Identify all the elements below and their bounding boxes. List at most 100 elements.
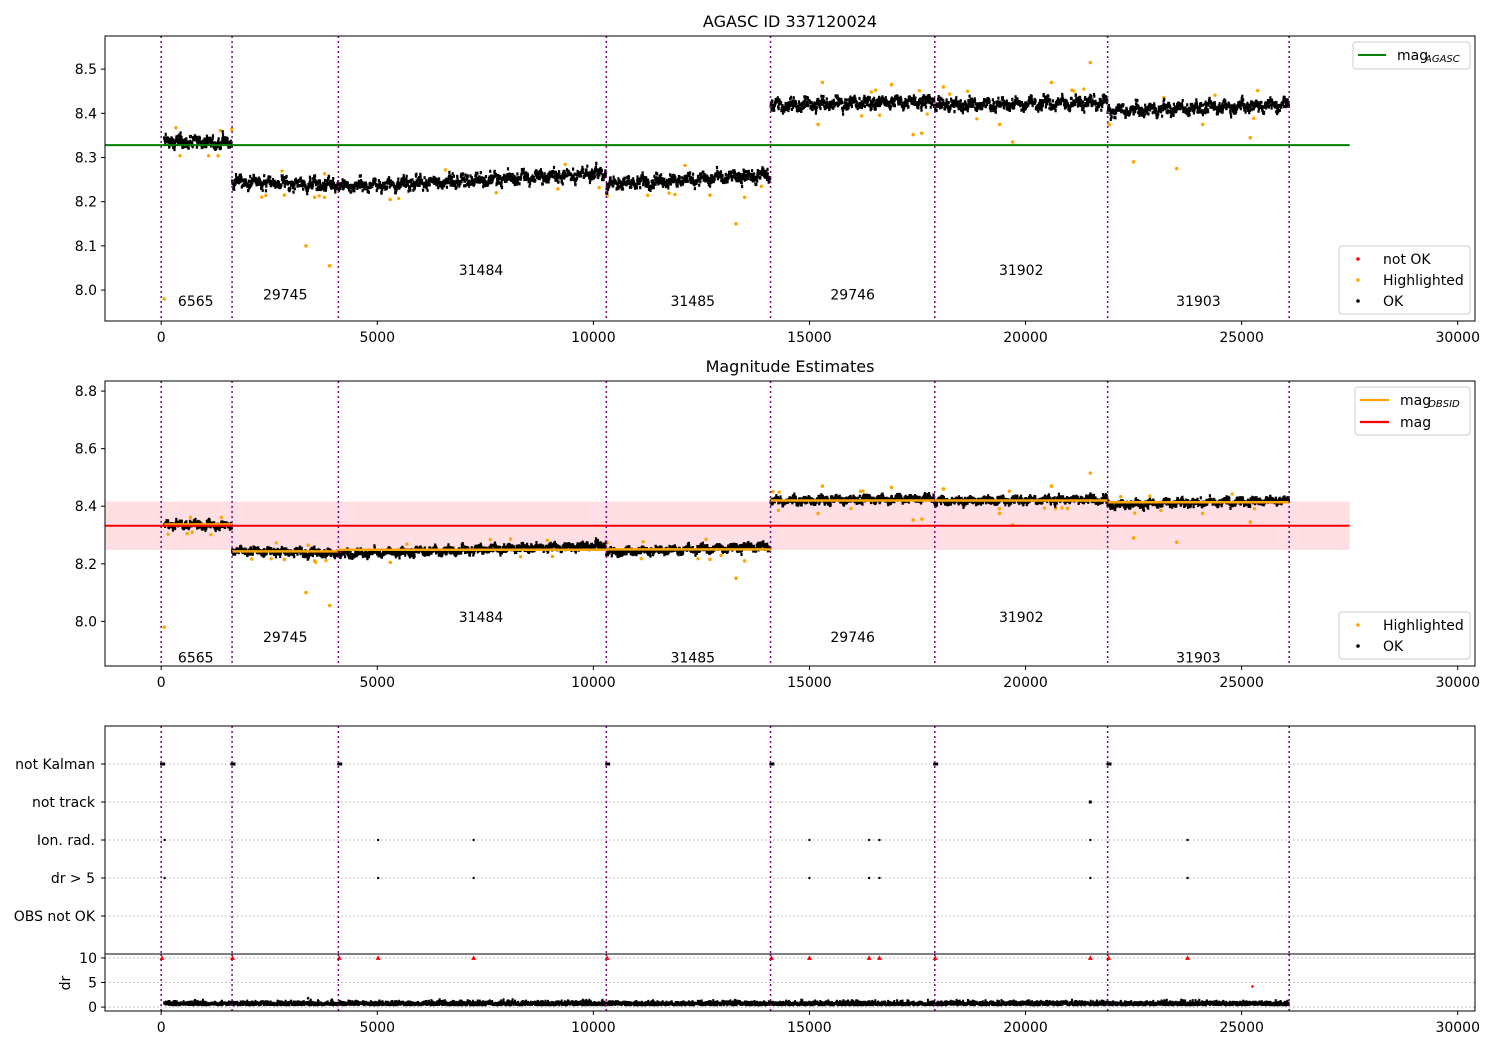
top-highlighted-point (820, 80, 825, 85)
magnitude-estimates-panel: 6565 29745 31484 31485 29746 31902 31903 0 5000 1… (75, 380, 1480, 691)
mid-highlighted-point (719, 553, 723, 558)
top-highlighted-point (556, 187, 560, 191)
figure-canvas: AGASC ID 337120024 6565 29745 31484 31485 29… (14, 12, 1480, 1036)
mid-highlighted-point (997, 507, 1002, 511)
top-highlighted-point (877, 113, 882, 117)
top-highlighted-point (920, 131, 924, 136)
mid-highlighted-point (304, 590, 308, 595)
top-highlighted-point (734, 221, 738, 226)
top-highlighted-point (162, 297, 167, 301)
obsid-label: 31902 (999, 263, 1044, 279)
mid-highlighted-point (1119, 495, 1123, 499)
mid-highlighted-point (1042, 506, 1047, 510)
dr-xtick-label: 10000 (571, 1020, 616, 1036)
obsid-label: 31902 (999, 610, 1044, 626)
obsid-label: 31903 (1176, 650, 1221, 666)
mid-highlighted-point (1248, 520, 1253, 524)
legend-marker-swatch (1356, 278, 1360, 282)
obsid-label: 29745 (263, 287, 308, 303)
legend-marker-label: OK (1383, 294, 1404, 310)
top-panel-title: AGASC ID 337120024 (703, 12, 877, 31)
mid-highlighted-point (405, 542, 409, 546)
obsid-label: 31484 (459, 610, 504, 626)
top-highlighted-point (1213, 93, 1217, 97)
mid-xtick-label: 25000 (1219, 675, 1264, 691)
top-highlighted-point (1049, 80, 1054, 85)
mid-highlighted-point (219, 515, 224, 520)
mid-highlighted-point (911, 518, 915, 522)
dr-ytick-label: 0 (88, 1000, 97, 1016)
mid-highlighted-point (708, 557, 712, 562)
top-highlighted-point (260, 195, 264, 199)
top-highlighted-point (925, 112, 929, 116)
mid-highlighted-point (1065, 506, 1070, 511)
mid-highlighted-point (1174, 540, 1179, 545)
mid-highlighted-point (704, 537, 708, 541)
top-marker-legend: not OK Highlighted OK (1338, 245, 1471, 315)
mid-highlighted-point (1133, 511, 1137, 515)
top-highlighted-point (312, 195, 317, 200)
legend-marker-label: not OK (1383, 252, 1431, 268)
mid-highlighted-point (166, 532, 170, 536)
legend-marker-label: OK (1383, 639, 1404, 655)
mid-xtick-label: 10000 (571, 675, 616, 691)
top-highlighted-point (1131, 160, 1136, 164)
top-highlighted-point (997, 122, 1002, 127)
dr-ytick-label: 10 (79, 951, 97, 967)
mid-highlighted-point (508, 537, 513, 541)
top-highlighted-point (322, 172, 327, 176)
mid-highlighted-point (1131, 536, 1136, 540)
flag-row-label: not Kalman (15, 757, 95, 773)
mid-highlighted-point (941, 487, 946, 491)
mid-highlighted-point (282, 557, 287, 562)
mid-highlighted-point (861, 489, 865, 493)
top-highlighted-point (494, 191, 498, 195)
top-highlighted-point (264, 193, 268, 198)
mid-marker-legend: Highlighted OK (1338, 611, 1471, 660)
mid-highlighted-point (545, 538, 550, 542)
top-highlighted-point (397, 196, 401, 201)
top-xtick-label: 10000 (571, 330, 616, 346)
top-highlighted-point (742, 195, 747, 200)
top-highlighted-point (917, 89, 922, 93)
mid-highlighted-point (1252, 506, 1257, 511)
top-highlighted-point (1252, 116, 1256, 120)
flag-mark (878, 838, 881, 842)
dr-xtick-label: 15000 (787, 1020, 832, 1036)
top-highlighted-point (911, 132, 915, 137)
flag-mark (867, 838, 871, 842)
flag-mark (1089, 838, 1092, 842)
top-ytick-label: 8.1 (75, 239, 97, 255)
top-highlighted-point (280, 169, 284, 173)
mid-ytick-label: 8.6 (75, 442, 97, 458)
flag-mark (376, 838, 380, 842)
flag-mark (933, 762, 939, 766)
obsid-label: 31903 (1176, 294, 1221, 310)
mid-highlighted-point (1049, 484, 1054, 488)
obsid-label: 31485 (670, 650, 715, 666)
mid-highlighted-point (209, 532, 213, 537)
top-highlighted-point (282, 193, 287, 197)
dr-xtick-label: 20000 (1003, 1020, 1048, 1036)
legend-line-label: mag (1400, 415, 1431, 431)
mid-highlighted-point (269, 556, 273, 561)
legend-marker-label: Highlighted (1383, 273, 1464, 289)
flag-row-label: dr > 5 (51, 871, 95, 887)
mid-highlighted-point (190, 530, 194, 534)
top-highlighted-point (1010, 140, 1015, 144)
dr-outlier-point (1251, 985, 1254, 988)
flag-mark (1089, 876, 1092, 880)
top-xtick-label: 15000 (787, 330, 832, 346)
middle-panel-title: Magnitude Estimates (706, 357, 875, 376)
mid-highlighted-point (734, 576, 738, 580)
flag-mark (230, 762, 236, 766)
flag-row-label: not track (32, 795, 96, 811)
mid-highlighted-point (1060, 506, 1064, 510)
legend-marker-swatch (1356, 299, 1360, 303)
mid-ytick-label: 8.0 (75, 614, 97, 630)
legend-line-subscript: OBSID (1428, 399, 1460, 410)
mid-highlighted-point (324, 558, 328, 563)
mid-highlighted-point (488, 537, 493, 542)
top-highlighted-point (1200, 122, 1205, 127)
mid-highlighted-point (920, 517, 924, 521)
